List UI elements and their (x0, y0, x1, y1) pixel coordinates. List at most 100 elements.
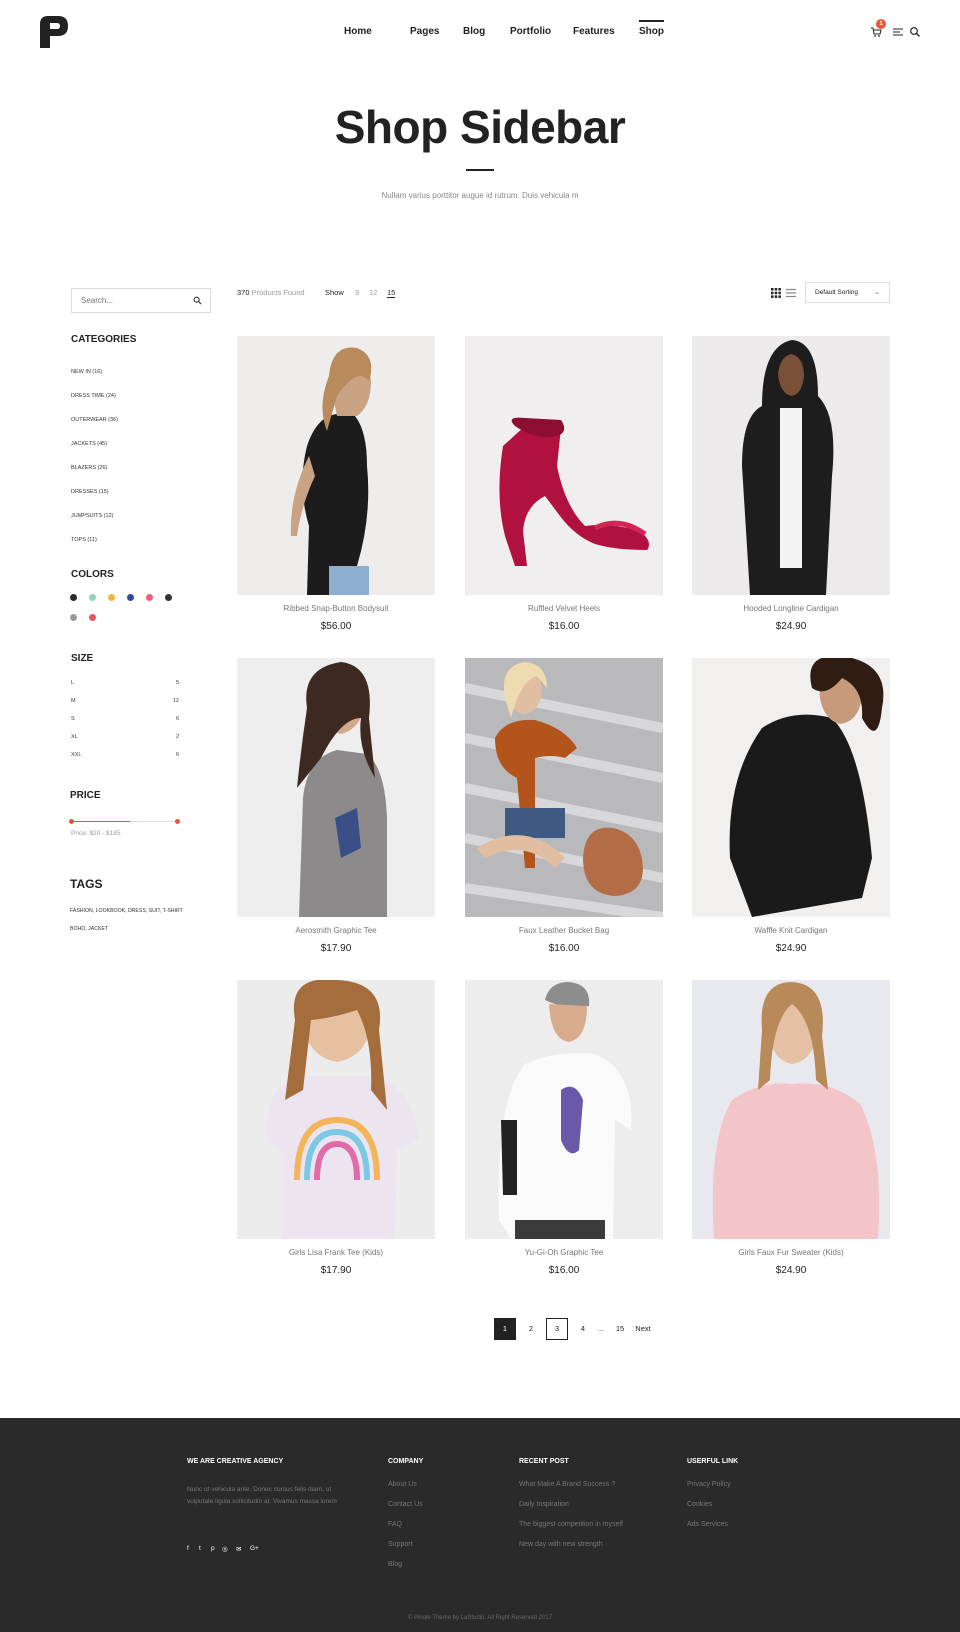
product-image[interactable] (237, 336, 435, 595)
size-item[interactable]: XXL 6 (71, 752, 179, 758)
product-name[interactable]: Ruffled Velvet Heels (465, 604, 663, 613)
product-name[interactable]: Yu-Gi-Oh Graphic Tee (465, 1248, 663, 1257)
search-icon[interactable] (909, 26, 921, 38)
price-handle-min[interactable] (69, 819, 74, 824)
site-footer: WE ARE CREATIVE AGENCY Nunc ut vehicula … (0, 1418, 960, 1632)
footer-link[interactable]: Daily Inspiration (519, 1501, 569, 1508)
grid-view-icon[interactable] (771, 288, 781, 298)
footer-link[interactable]: Ads Services (687, 1521, 728, 1528)
product-image[interactable] (237, 980, 435, 1239)
product-name[interactable]: Faux Leather Bucket Bag (465, 926, 663, 935)
per-page-option[interactable]: 12 (369, 288, 377, 297)
product-image[interactable] (692, 658, 890, 917)
instagram-icon[interactable]: ◎ (222, 1545, 228, 1553)
category-item[interactable]: TOPS (11) (71, 537, 97, 543)
product-image[interactable] (465, 980, 663, 1239)
tags-list[interactable]: FASHION, LOOKBOOK, DRESS, SUIT, T-SHIRT (70, 908, 183, 914)
nav-pages[interactable]: Pages (410, 26, 439, 37)
price-slider[interactable] (69, 819, 180, 824)
category-item[interactable]: DRESSES (15) (71, 489, 109, 495)
pagination-page[interactable]: 4 (572, 1318, 594, 1340)
footer-link[interactable]: The biggest competition in myself (519, 1521, 623, 1528)
nav-blog[interactable]: Blog (463, 26, 485, 37)
product-name[interactable]: Aerosmith Graphic Tee (237, 926, 435, 935)
product-price: $24.90 (775, 943, 807, 954)
footer-useful-heading: USERFUL LINK (687, 1458, 739, 1465)
color-swatch[interactable] (70, 614, 77, 621)
color-swatch[interactable] (70, 594, 77, 601)
list-view-icon[interactable] (786, 288, 796, 298)
per-page-option[interactable]: 15 (387, 288, 396, 298)
category-item[interactable]: NEW IN (16) (71, 369, 102, 375)
color-swatch[interactable] (165, 594, 172, 601)
footer-link[interactable]: Blog (388, 1561, 402, 1568)
product-image[interactable] (692, 336, 890, 595)
product-image[interactable] (237, 658, 435, 917)
nav-features[interactable]: Features (573, 26, 615, 37)
category-item[interactable]: OUTERWEAR (36) (71, 417, 118, 423)
category-item[interactable]: JUMPSUITS (12) (71, 513, 113, 519)
search-icon[interactable] (193, 296, 202, 305)
product-image[interactable] (692, 980, 890, 1239)
size-item[interactable]: S6 (71, 716, 179, 722)
product-name[interactable]: Ribbed Snap-Button Bodysuit (237, 604, 435, 613)
size-label: L (71, 680, 75, 686)
categories-heading: CATEGORIES (71, 334, 137, 345)
footer-link[interactable]: Privacy Policy (687, 1481, 731, 1488)
product-price: $17.90 (320, 1265, 352, 1276)
product-name[interactable]: Hooded Longline Cardigan (692, 604, 890, 613)
color-swatch[interactable] (108, 594, 115, 601)
category-item[interactable]: DRESS TIME (24) (71, 393, 116, 399)
size-item[interactable]: XL 2 (71, 734, 179, 740)
search-input[interactable] (72, 289, 187, 312)
price-handle-max[interactable] (175, 819, 180, 824)
size-count: 5 (175, 680, 179, 686)
footer-link[interactable]: New day with new strength (519, 1541, 603, 1548)
footer-link[interactable]: Support (388, 1541, 413, 1548)
pagination-next[interactable]: Next (633, 1318, 653, 1340)
product-price: $16.00 (548, 1265, 580, 1276)
sort-select[interactable]: Default Sorting ⌄ (805, 282, 890, 303)
per-page-option[interactable]: 9 (355, 288, 359, 297)
color-swatch[interactable] (89, 614, 96, 621)
product-price: $16.00 (548, 943, 580, 954)
tags-list[interactable]: BOHO, JACKET (70, 926, 108, 932)
pagination-page[interactable]: 3 (546, 1318, 568, 1340)
price-slider-fill (71, 821, 130, 822)
nav-portfolio[interactable]: Portfolio (510, 26, 551, 37)
facebook-icon[interactable]: f (187, 1545, 189, 1552)
color-swatch[interactable] (127, 594, 134, 601)
product-name[interactable]: Waffle Knit Cardigan (692, 926, 890, 935)
size-item[interactable]: M 12 (71, 698, 179, 704)
menu-icon[interactable] (892, 26, 904, 38)
product-image[interactable] (465, 658, 663, 917)
color-swatch[interactable] (146, 594, 153, 601)
footer-link[interactable]: Cookies (687, 1501, 712, 1508)
pagination-page[interactable]: 15 (610, 1318, 630, 1340)
product-price: $16.00 (548, 621, 580, 632)
product-name[interactable]: Girls Faux Fur Sweater (Kids) (692, 1248, 890, 1257)
footer-link[interactable]: About Us (388, 1481, 417, 1488)
product-price: $24.90 (775, 1265, 807, 1276)
pinterest-icon[interactable]: p (211, 1545, 215, 1552)
footer-link[interactable]: FAQ (388, 1521, 402, 1528)
size-item[interactable]: L5 (71, 680, 179, 686)
footer-link[interactable]: Contact Us (388, 1501, 423, 1508)
twitter-icon[interactable]: t (199, 1545, 201, 1552)
main-nav: Home Pages Blog Portfolio Features Shop (0, 0, 960, 66)
google-plus-icon[interactable]: G+ (250, 1545, 259, 1552)
color-swatch[interactable] (89, 594, 96, 601)
nav-home[interactable]: Home (344, 26, 372, 37)
tags-heading: TAGS (70, 877, 103, 891)
email-icon[interactable]: ✉ (236, 1545, 241, 1553)
pagination-page[interactable]: 2 (520, 1318, 542, 1340)
product-image[interactable] (465, 336, 663, 595)
size-label: S (71, 716, 75, 722)
footer-link[interactable]: What Make A Brand Success ? (519, 1481, 615, 1488)
category-item[interactable]: JACKETS (45) (71, 441, 107, 447)
pagination-ellipsis: ... (597, 1324, 605, 1333)
category-item[interactable]: BLAZERS (26) (71, 465, 107, 471)
nav-shop[interactable]: Shop (639, 20, 664, 37)
pagination-page[interactable]: 1 (494, 1318, 516, 1340)
product-name[interactable]: Girls Lisa Frank Tee (Kids) (237, 1248, 435, 1257)
